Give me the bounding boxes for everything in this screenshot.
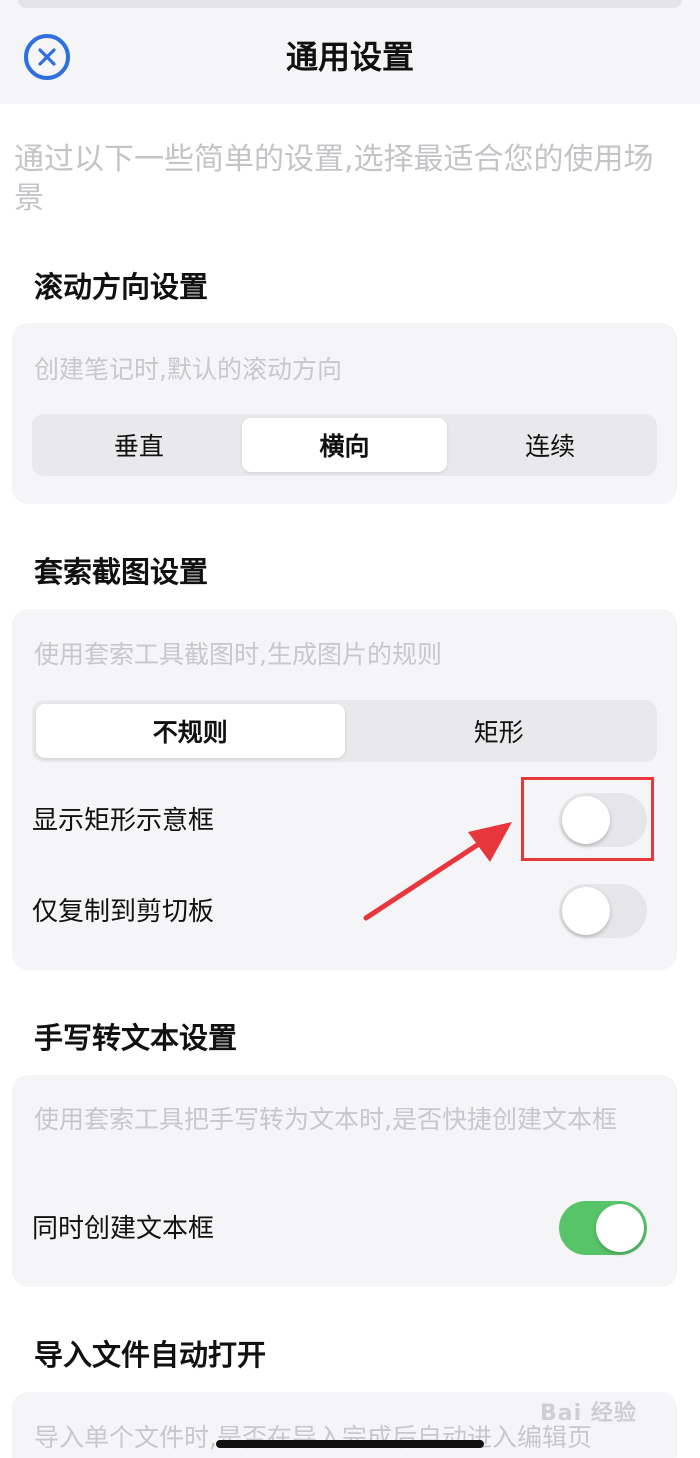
create-textbox-toggle[interactable]	[559, 1201, 647, 1255]
scroll-option-horizontal[interactable]: 横向	[241, 418, 448, 472]
scroll-option-vertical[interactable]: 垂直	[36, 418, 242, 472]
page-title: 通用设置	[285, 38, 414, 76]
home-indicator[interactable]	[216, 1440, 484, 1448]
clipboard-only-label: 仅复制到剪切板	[32, 897, 215, 927]
lasso-shape-control: 不规则 矩形	[32, 700, 657, 762]
scroll-direction-control: 垂直 横向 连续	[32, 414, 657, 476]
section-title-handwriting: 手写转文本设置	[34, 1021, 238, 1055]
handwriting-description: 使用套索工具把手写转为文本时,是否快捷创建文本框	[34, 1105, 617, 1134]
toggle-knob	[562, 887, 610, 935]
section-title-import: 导入文件自动打开	[34, 1338, 267, 1372]
handwriting-card: 使用套索工具把手写转为文本时,是否快捷创建文本框 同时创建文本框	[12, 1075, 677, 1287]
top-notch	[18, 0, 682, 8]
show-rect-label: 显示矩形示意框	[32, 806, 215, 836]
highlight-box	[521, 777, 654, 861]
intro-text: 通过以下一些简单的设置,选择最适合您的使用场景	[14, 142, 654, 216]
lasso-description: 使用套索工具截图时,生成图片的规则	[34, 640, 442, 669]
toggle-knob	[596, 1204, 644, 1252]
lasso-option-rectangle[interactable]: 矩形	[345, 704, 654, 758]
section-title-scroll: 滚动方向设置	[34, 270, 209, 304]
clipboard-only-row: 仅复制到剪切板	[32, 884, 657, 940]
section-title-lasso: 套索截图设置	[34, 555, 209, 589]
clipboard-only-toggle[interactable]	[559, 884, 647, 938]
header-bar: 通用设置	[0, 0, 700, 104]
create-textbox-row: 同时创建文本框	[32, 1201, 657, 1257]
lasso-option-irregular[interactable]: 不规则	[36, 704, 345, 758]
watermark-text: Bai 经验	[540, 1401, 637, 1426]
scroll-option-continuous[interactable]: 连续	[447, 418, 653, 472]
create-textbox-label: 同时创建文本框	[32, 1214, 215, 1244]
scroll-description: 创建笔记时,默认的滚动方向	[34, 355, 342, 384]
scroll-card: 创建笔记时,默认的滚动方向 垂直 横向 连续	[12, 323, 677, 504]
red-arrow-icon	[363, 822, 512, 921]
